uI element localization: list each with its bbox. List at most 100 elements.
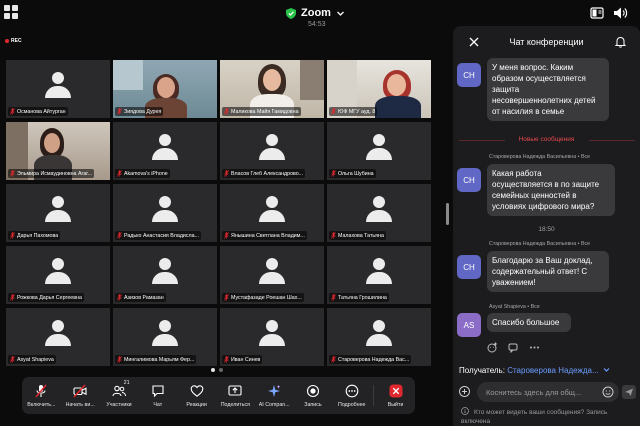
participant-tile[interactable]: Староверова Надежда Вас...: [327, 308, 431, 366]
ai-companion-button[interactable]: AI Compan...: [255, 377, 294, 414]
mic-muted-icon: [331, 232, 336, 239]
mic-muted-icon: [224, 108, 229, 115]
message-bubble[interactable]: У меня вопрос. Каким образом осуществляе…: [487, 58, 609, 121]
participant-tile[interactable]: Ольга Шубина: [327, 122, 431, 180]
message-bubble[interactable]: Благодарю за Ваш доклад, содержательный …: [487, 251, 609, 292]
participant-tile[interactable]: Akamova's iPhone: [113, 122, 217, 180]
leave-button[interactable]: Выйти: [376, 377, 415, 414]
add-attachment-icon[interactable]: [459, 386, 470, 397]
mic-muted-icon: [117, 232, 122, 239]
app-title: Zoom: [301, 7, 331, 19]
avatar-placeholder-icon: [259, 320, 285, 352]
volume-icon[interactable]: [613, 6, 628, 20]
message-sender: Староверова Надежда Васильевна • Все: [489, 241, 591, 247]
avatar-placeholder-icon: [45, 196, 71, 228]
participant-tile[interactable]: ЮФ МГУ ауд. 8: [327, 60, 431, 118]
participant-tile[interactable]: Османова Айтурган: [6, 60, 110, 118]
message-sender: Asyat Shapieva • Все: [489, 304, 540, 310]
participants-button[interactable]: 21 Участники: [100, 377, 139, 414]
page-dot[interactable]: [219, 368, 223, 372]
participant-tile[interactable]: Asyat Shapieva: [6, 308, 110, 366]
message-line: несовершеннолетних детей: [492, 96, 596, 105]
toolbar-label: Чат: [153, 402, 163, 408]
add-reaction-icon[interactable]: [487, 342, 498, 353]
avatar-placeholder-icon: [152, 320, 178, 352]
participant-tile[interactable]: Иван Синев: [220, 308, 324, 366]
panel-resize-handle[interactable]: [446, 203, 449, 225]
participant-tile[interactable]: Зиядова Дурея: [113, 60, 217, 118]
more-icon[interactable]: [529, 342, 540, 353]
chat-message-input[interactable]: [477, 382, 619, 402]
grid-view-icon[interactable]: [4, 5, 18, 19]
mic-muted-icon: [224, 356, 229, 363]
participant-name: Азизов Рамазан: [124, 294, 164, 301]
avatar: CH: [457, 168, 481, 192]
bell-icon[interactable]: [615, 36, 626, 48]
chat-button[interactable]: Чат: [138, 377, 177, 414]
message-line: Какая работа: [492, 169, 542, 178]
participant-tile[interactable]: Рожкова Дарья Сергеевна: [6, 246, 110, 304]
message-bubble[interactable]: Какая работа осуществляется в по защите …: [487, 164, 615, 216]
record-button[interactable]: Запись: [294, 377, 333, 414]
participant-tile[interactable]: Маликова Майя Гамидовна: [220, 60, 324, 118]
chevron-down-icon: [336, 11, 344, 16]
start-video-button[interactable]: Начать ви...: [61, 377, 100, 414]
mic-muted-icon: [224, 232, 229, 239]
toolbar-label: Выйти: [387, 402, 404, 408]
mic-muted-icon: [10, 232, 15, 239]
recipient-label: Получатель:: [459, 366, 505, 375]
more-icon: [345, 384, 359, 398]
participant-name: Ольга Шубина: [338, 170, 374, 177]
participant-tile[interactable]: Татьяна Грошилина: [327, 246, 431, 304]
reply-icon[interactable]: [508, 342, 519, 353]
chat-header: Чат конференции: [453, 26, 640, 58]
participant-tile[interactable]: Мустафазаде Роешан Шах...: [220, 246, 324, 304]
message-line: содержательный ответ! С: [492, 267, 588, 276]
participant-tile[interactable]: Малахова Татьяна: [327, 184, 431, 242]
avatar-placeholder-icon: [366, 134, 392, 166]
unmute-button[interactable]: Включить...: [22, 377, 61, 414]
participant-name-tag: Рожкова Дарья Сергеевна: [8, 293, 84, 302]
participant-name-tag: Маликова Майя Гамидовна: [222, 107, 301, 116]
message-line: образом осуществляется: [492, 74, 586, 83]
participant-name: Эльмира Исмаудиновна Агаг...: [17, 170, 92, 177]
meeting-timer: 54:53: [308, 21, 326, 28]
avatar-placeholder-icon: [366, 320, 392, 352]
recipient-selector[interactable]: Получатель: Староверова Надежда...: [459, 366, 610, 375]
participant-name: Зиядова Дурея: [124, 108, 162, 115]
heart-icon: [190, 385, 203, 397]
mic-muted-icon: [331, 294, 336, 301]
send-icon[interactable]: [622, 385, 636, 399]
participant-tile[interactable]: Мингалимова Марьям Фер...: [113, 308, 217, 366]
avatar-placeholder-icon: [259, 258, 285, 290]
emoji-icon[interactable]: [602, 386, 614, 398]
participant-tile[interactable]: Радько Анастасия Владисла...: [113, 184, 217, 242]
participant-name: Староверова Надежда Вас...: [338, 356, 410, 363]
zoom-meeting-window: Zoom 54:53 REC Османова Айтурган Зиядова …: [0, 0, 640, 426]
record-dot-icon: [5, 39, 9, 43]
view-layout-icon[interactable]: [590, 7, 604, 19]
recipient-value[interactable]: Староверова Надежда...: [507, 366, 598, 375]
mic-muted-icon: [117, 170, 122, 177]
page-dot[interactable]: [211, 368, 215, 372]
reactions-button[interactable]: Реакции: [177, 377, 216, 414]
participant-tile[interactable]: Янышина Светлана Владим...: [220, 184, 324, 242]
meeting-title-button[interactable]: Zoom: [286, 6, 345, 20]
participant-tile[interactable]: Дарья Пахомова: [6, 184, 110, 242]
avatar-placeholder-icon: [366, 258, 392, 290]
message-bubble[interactable]: Спасибо большое: [487, 313, 571, 332]
share-screen-button[interactable]: Поделиться: [216, 377, 255, 414]
participant-name: Маликова Майя Гамидовна: [231, 108, 299, 115]
more-button[interactable]: Подробнее: [332, 377, 371, 414]
page-indicator[interactable]: [211, 368, 223, 372]
privacy-note[interactable]: Кто может видеть ваши сообщения? Запись …: [461, 407, 637, 426]
mic-muted-icon: [10, 108, 15, 115]
participant-tile[interactable]: Азизов Рамазан: [113, 246, 217, 304]
toolbar-label: Подробнее: [338, 402, 366, 408]
participant-name-tag: Мингалимова Марьям Фер...: [115, 355, 197, 364]
participant-tile[interactable]: Власов Глеб Александрово...: [220, 122, 324, 180]
participants-grid: Османова Айтурган Зиядова Дурея Маликова М…: [6, 60, 432, 368]
toolbar-label: AI Compan...: [258, 402, 290, 408]
participant-tile[interactable]: Эльмира Исмаудиновна Агаг...: [6, 122, 110, 180]
mic-muted-icon: [117, 356, 122, 363]
